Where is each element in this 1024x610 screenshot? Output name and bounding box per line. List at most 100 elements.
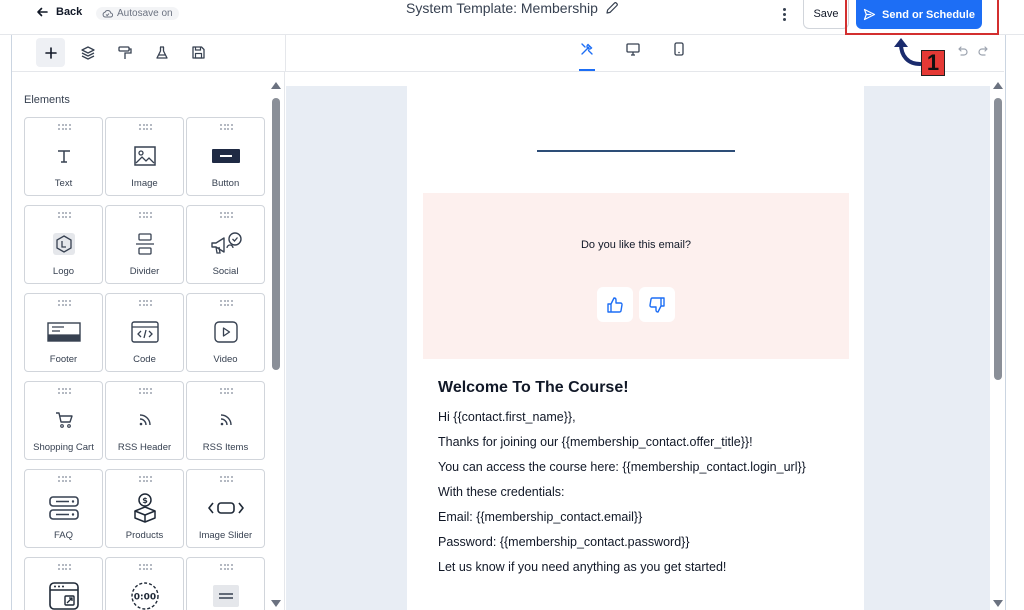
element-label: RSS Items xyxy=(202,442,249,453)
more-options-icon[interactable] xyxy=(778,5,790,23)
scroll-up-arrow-icon[interactable] xyxy=(271,82,281,89)
scrollbar-thumb[interactable] xyxy=(272,98,280,370)
email-divider-line xyxy=(537,150,735,152)
top-bar: Back Autosave on System Template: Member… xyxy=(0,0,1024,35)
mobile-view-tab[interactable] xyxy=(669,41,689,67)
button-icon xyxy=(211,149,240,163)
redo-icon[interactable] xyxy=(978,45,990,57)
email-heading: Welcome To The Course! xyxy=(438,379,629,396)
mobile-icon xyxy=(674,42,684,56)
footer-icon xyxy=(46,322,81,342)
annotation-number: 1 xyxy=(921,50,945,76)
element-label: Shopping Cart xyxy=(33,442,94,453)
element-label: Divider xyxy=(129,266,160,277)
thumbs-down-button[interactable] xyxy=(639,287,675,322)
elements-grid: Text Image Button Logo Divider Social Fo… xyxy=(24,117,265,610)
highlight-box xyxy=(845,0,999,35)
element-label: Code xyxy=(133,354,156,365)
logo-icon xyxy=(52,233,75,255)
email-line: Email: {{membership_contact.email}} xyxy=(438,510,643,524)
scroll-down-arrow-icon[interactable] xyxy=(993,600,1003,607)
email-line: Hi {{contact.first_name}}, xyxy=(438,410,576,424)
template-title: System Template: Membership xyxy=(406,0,598,16)
menu-icon xyxy=(212,585,239,607)
element-tile-products[interactable]: $ Products xyxy=(105,469,184,548)
feedback-question: Do you like this email? xyxy=(580,239,692,251)
browser-icon xyxy=(48,582,79,610)
element-tile-code[interactable]: Code xyxy=(105,293,184,372)
email-canvas: Do you like this email? Welcome To The C… xyxy=(286,72,990,610)
toolbar-divider xyxy=(285,35,286,72)
element-tile-menu[interactable] xyxy=(186,557,265,610)
element-tile-image[interactable]: Image xyxy=(105,117,184,196)
email-line: You can access the course here: {{member… xyxy=(438,460,806,474)
email-line: Password: {{membership_contact.password}… xyxy=(438,535,690,549)
element-tile-divider[interactable]: Divider xyxy=(105,205,184,284)
element-tile-shopping-cart[interactable]: Shopping Cart xyxy=(24,381,103,460)
code-icon xyxy=(130,321,159,343)
back-label: Back xyxy=(56,6,83,18)
thumbs-down-icon xyxy=(649,296,665,313)
save-template-tab[interactable] xyxy=(184,38,213,67)
element-tile-logo[interactable]: Logo xyxy=(24,205,103,284)
countdown-icon: 0:00 xyxy=(130,582,159,610)
element-tile-faq[interactable]: FAQ xyxy=(24,469,103,548)
test-tab[interactable] xyxy=(147,38,176,67)
canvas-scrollbar[interactable] xyxy=(993,82,1003,607)
element-label: Social xyxy=(212,266,239,277)
element-tile-browser[interactable] xyxy=(24,557,103,610)
element-label: Logo xyxy=(52,266,75,277)
social-icon xyxy=(210,232,242,254)
email-line: With these credentials: xyxy=(438,485,565,499)
scroll-down-arrow-icon[interactable] xyxy=(271,600,281,607)
element-tile-text[interactable]: Text xyxy=(24,117,103,196)
element-tile-footer[interactable]: Footer xyxy=(24,293,103,372)
layers-tab[interactable] xyxy=(73,38,102,67)
autosave-badge: Autosave on xyxy=(96,7,179,20)
editor-toolbar xyxy=(12,35,1004,72)
element-label: Footer xyxy=(49,354,78,365)
undo-icon[interactable] xyxy=(956,45,968,57)
rss-icon xyxy=(139,414,151,426)
autosave-label: Autosave on xyxy=(117,8,173,19)
email-preview[interactable]: Do you like this email? Welcome To The C… xyxy=(407,86,864,610)
video-icon xyxy=(213,321,238,343)
desktop-view-tab[interactable] xyxy=(623,41,643,67)
desktop-icon xyxy=(626,43,640,56)
elements-panel: Elements Text Image Button Logo Divider xyxy=(12,72,285,610)
element-tile-button[interactable]: Button xyxy=(186,117,265,196)
add-icon xyxy=(44,46,57,59)
element-label: Text xyxy=(54,178,73,189)
element-tile-rss-header[interactable]: RSS Header xyxy=(105,381,184,460)
arrow-left-icon xyxy=(37,7,48,17)
slider-icon xyxy=(207,502,244,514)
element-tile-rss-items[interactable]: RSS Items xyxy=(186,381,265,460)
cart-icon xyxy=(55,412,73,428)
email-line: Thanks for joining our {{membership_cont… xyxy=(438,435,753,449)
text-icon xyxy=(57,150,70,163)
faq-icon xyxy=(48,496,79,520)
paint-roller-icon xyxy=(117,45,132,59)
element-tile-social[interactable]: Social xyxy=(186,205,265,284)
scroll-up-arrow-icon[interactable] xyxy=(993,82,1003,89)
page-title: System Template: Membership xyxy=(406,0,619,16)
design-view-tab[interactable] xyxy=(577,41,597,71)
pencil-icon[interactable] xyxy=(605,1,619,15)
elements-scrollbar[interactable] xyxy=(271,82,281,607)
thumbs-up-button[interactable] xyxy=(597,287,633,322)
save-button[interactable]: Save xyxy=(803,0,849,29)
layers-icon xyxy=(80,45,95,60)
email-body[interactable]: Welcome To The Course! Hi {{contact.firs… xyxy=(438,379,848,583)
feedback-section[interactable]: Do you like this email? xyxy=(423,193,849,359)
element-tile-video[interactable]: Video xyxy=(186,293,265,372)
cloud-check-icon xyxy=(102,10,113,18)
styles-tab[interactable] xyxy=(110,38,139,67)
element-label: Video xyxy=(213,354,238,365)
back-button[interactable]: Back xyxy=(36,6,82,18)
add-elements-tab[interactable] xyxy=(36,38,65,67)
divider-icon xyxy=(135,233,154,255)
element-tile-image-slider[interactable]: Image Slider xyxy=(186,469,265,548)
scrollbar-thumb[interactable] xyxy=(994,98,1002,380)
elements-heading: Elements xyxy=(24,94,70,106)
element-tile-countdown[interactable]: 0:00 xyxy=(105,557,184,610)
